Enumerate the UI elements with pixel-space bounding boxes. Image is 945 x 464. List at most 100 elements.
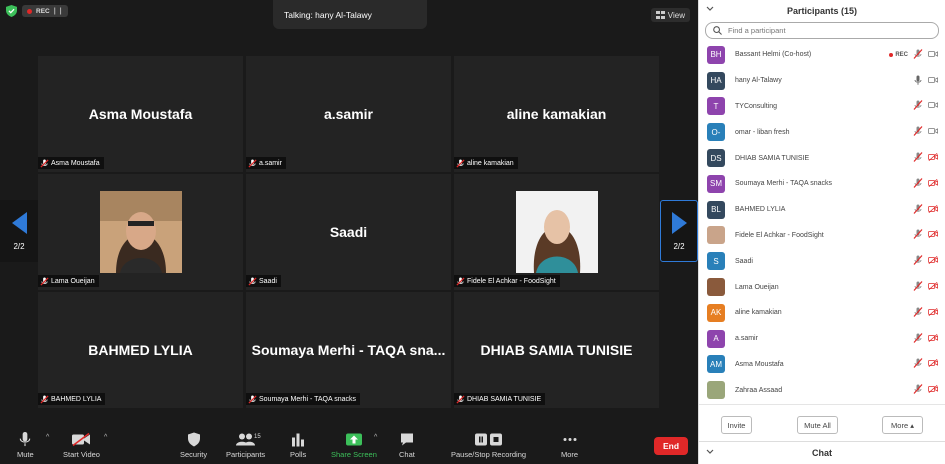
mute-options-caret-icon[interactable]: ^ [46,434,49,441]
mic-muted-icon[interactable] [913,97,923,115]
mute-all-button[interactable]: Mute All [797,416,838,434]
mic-muted-icon[interactable] [913,201,923,219]
avatar: AK [707,303,725,322]
chat-button[interactable]: Chat [399,432,415,459]
tile-name-label: aline kamakian [454,157,518,169]
participants-header: Participants (15) [699,0,945,22]
video-tile[interactable]: Fidele El Achkar - FoodSight [454,174,659,290]
video-tile[interactable]: aline kamakian aline kamakian [454,56,659,172]
participant-row[interactable]: AM Asma Moustafa [699,352,945,378]
tile-label-text: BAHMED LYLIA [51,395,102,403]
avatar [707,226,725,245]
mic-muted-icon[interactable] [913,355,923,373]
participant-row[interactable]: T TYConsulting [699,94,945,120]
participant-row[interactable]: AK aline kamakian [699,300,945,326]
participant-status-icons [913,352,938,378]
participant-row[interactable]: Aa.samir [699,326,945,352]
pause-stop-recording-button[interactable]: Pause/Stop Recording [451,432,526,459]
participants-panel: Participants (15) BH Bassant Helmi (Co-ho… [698,0,945,464]
video-tile[interactable]: Soumaya Merhi - TAQA sna... Soumaya Merhi… [246,292,451,408]
mic-muted-icon[interactable] [913,123,923,141]
participant-search-input[interactable] [728,26,908,35]
panel-more-button[interactable]: More ▴ [882,416,923,434]
participant-row[interactable]: S Saadi [699,248,945,274]
recording-indicator[interactable]: REC | | [22,5,68,17]
mute-label: Mute [17,450,34,459]
chevron-down-icon[interactable] [706,6,714,12]
participant-recording-badge: REC [889,52,908,58]
avatar [707,278,725,297]
tile-name-label: Saadi [246,275,281,287]
mic-muted-icon [40,276,49,286]
video-tile[interactable]: BAHMED LYLIA BAHMED LYLIA [38,292,243,408]
microphone-icon [20,432,31,447]
polls-button[interactable]: Polls [290,432,306,459]
participant-row[interactable]: BL BAHMED LYLIA [699,197,945,223]
video-tile[interactable]: Saadi Saadi [246,174,451,290]
mic-on-icon[interactable] [913,72,923,90]
participant-row[interactable]: BH Bassant Helmi (Co-host) REC [699,42,945,68]
video-tile[interactable]: DHIAB SAMIA TUNISIE DHIAB SAMIA TUNISIE [454,292,659,408]
start-video-button[interactable]: Start Video [63,432,100,459]
ellipsis-icon [563,438,577,441]
participant-status-icons [913,377,938,403]
video-off-icon [72,432,91,447]
previous-page-button[interactable]: 2/2 [0,200,38,262]
mute-button[interactable]: Mute [17,432,34,459]
participant-status-icons [913,300,938,326]
participant-row[interactable]: HA hany Al-Talawy [699,68,945,94]
mic-muted-icon[interactable] [913,278,923,296]
participant-row[interactable]: Fidele El Achkar - FoodSight [699,223,945,249]
participants-icon [235,433,255,446]
mic-muted-icon[interactable] [913,46,923,64]
mic-muted-icon[interactable] [913,304,923,322]
avatar: O- [707,123,725,142]
participant-status-icons [913,326,938,352]
mic-muted-icon[interactable] [913,252,923,270]
avatar: SM [707,174,725,193]
security-button[interactable]: Security [180,432,207,459]
participant-name: Bassant Helmi (Co-host) [735,51,812,59]
tile-display-name: Saadi [329,224,368,240]
chevron-down-icon [706,449,714,454]
participant-name: omar - liban fresh [735,128,790,136]
participant-row[interactable]: DS DHIAB SAMIA TUNISIE [699,145,945,171]
participant-row[interactable]: SM Soumaya Merhi - TAQA snacks [699,171,945,197]
participant-search[interactable] [705,22,939,39]
video-tile[interactable]: Lama Oueijan [38,174,243,290]
participant-name: Lama Oueijan [735,283,779,291]
video-on-icon [928,72,938,90]
end-meeting-button[interactable]: End [654,437,688,455]
participant-name: Saadi [735,257,753,265]
share-screen-button[interactable]: Share Screen [331,432,377,459]
mic-muted-icon [248,158,257,168]
mic-muted-icon[interactable] [913,381,923,399]
participants-count-badge: 15 [254,434,261,440]
video-tile[interactable]: a.samir a.samir [246,56,451,172]
video-on-icon [928,97,938,115]
encryption-shield-icon[interactable] [6,5,17,17]
tile-name-label: Fidele El Achkar - FoodSight [454,275,560,287]
participant-row[interactable]: O-omar - liban fresh [699,119,945,145]
participant-photo [100,191,182,273]
mic-muted-icon[interactable] [913,226,923,244]
recording-controls[interactable]: | | [54,8,63,15]
next-page-button[interactable]: 2/2 [660,200,698,262]
participant-row[interactable]: Lama Oueijan [699,274,945,300]
view-button[interactable]: View [650,8,690,22]
avatar: DS [707,149,725,168]
participant-name: Asma Moustafa [735,360,784,368]
invite-button[interactable]: Invite [721,416,752,434]
mic-muted-icon[interactable] [913,149,923,167]
participant-row[interactable]: Zahraa Assaad [699,377,945,403]
video-tile[interactable]: Asma Moustafa Asma Moustafa [38,56,243,172]
mic-muted-icon[interactable] [913,175,923,193]
video-options-caret-icon[interactable]: ^ [104,434,107,441]
recording-dot-icon [27,8,32,14]
chat-section-header[interactable]: Chat [699,441,945,464]
participant-status-icons [913,197,938,223]
more-button[interactable]: More [561,432,578,459]
participant-actions: Invite Mute All More ▴ [699,404,945,440]
mic-muted-icon[interactable] [913,330,923,348]
share-options-caret-icon[interactable]: ^ [374,434,377,441]
